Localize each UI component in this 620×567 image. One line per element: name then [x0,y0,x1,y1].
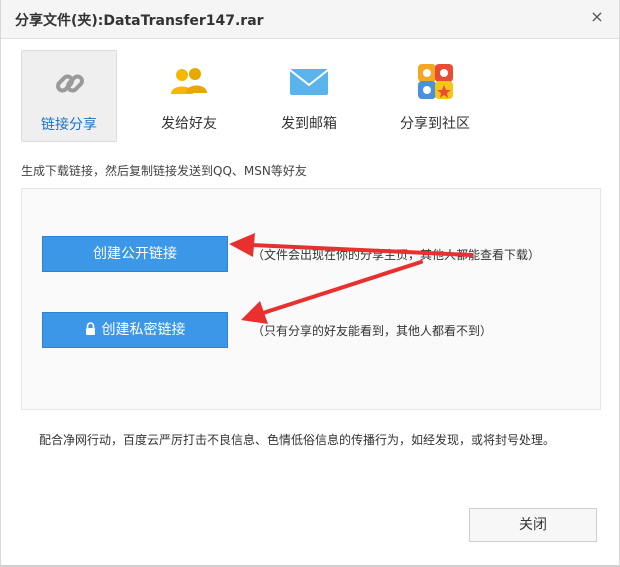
lock-icon [85,314,96,348]
tab-link-share[interactable]: 链接分享 [21,50,117,142]
link-options-panel: 创建公开链接 （文件会出现在你的分享主页，其他人都能查看下载） 创建私密链接 （… [21,188,601,410]
button-label: 创建公开链接 [93,246,177,262]
share-tabs: 链接分享 发给好友 发到邮箱 分享到社区 [21,50,601,142]
tab-label: 链接分享 [41,117,97,133]
create-public-link-button[interactable]: 创建公开链接 [42,236,228,272]
policy-notice: 配合净网行动，百度云严厉打击不良信息、色情低俗信息的传播行为，如经发现，或将封号… [39,433,556,447]
dialog-title: 分享文件(夹):DataTransfer147.rar [15,13,264,29]
public-link-note: （文件会出现在你的分享主页，其他人都能查看下载） [252,248,541,262]
dialog-titlebar: 分享文件(夹):DataTransfer147.rar × [1,0,619,39]
tab-label: 分享到社区 [400,116,470,132]
create-private-link-button[interactable]: 创建私密链接 [42,312,228,348]
share-description: 生成下载链接，然后复制链接发送到QQ、MSN等好友 [21,164,307,178]
tab-send-mail[interactable]: 发到邮箱 [261,50,357,142]
mail-icon [289,69,329,95]
private-link-note: （只有分享的好友能看到，其他人都看不到） [252,324,493,338]
friends-icon [171,68,207,94]
link-icon [56,74,84,93]
close-icon[interactable]: × [587,7,607,27]
tab-label: 发到邮箱 [281,116,337,132]
close-button[interactable]: 关闭 [469,508,597,542]
button-label: 创建私密链接 [101,322,186,338]
share-dialog: 分享文件(夹):DataTransfer147.rar × 链接分享 发给好友 [0,0,620,567]
tab-send-friends[interactable]: 发给好友 [141,50,237,142]
community-icon [418,64,453,99]
tab-share-community[interactable]: 分享到社区 [387,50,483,142]
tab-label: 发给好友 [161,116,217,132]
